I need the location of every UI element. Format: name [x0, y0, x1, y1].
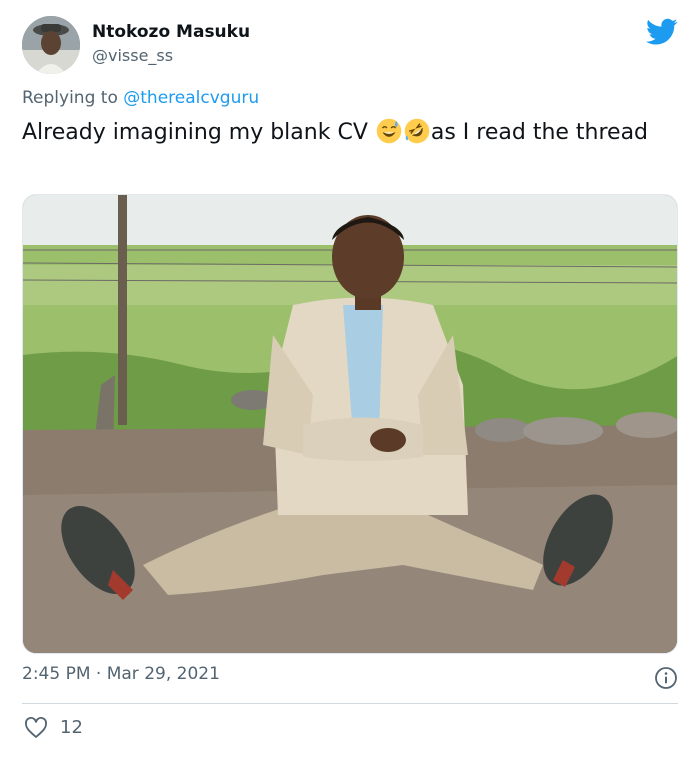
replying-to: Replying to @therealcvguru: [22, 88, 259, 108]
twitter-bird-icon[interactable]: [646, 18, 678, 46]
author-name[interactable]: Ntokozo Masuku: [92, 22, 250, 42]
tweet-card: Ntokozo Masuku @visse_ss Replying to @th…: [0, 0, 700, 757]
timestamp-separator: ·: [90, 664, 107, 684]
tweet-time: 2:45 PM: [22, 664, 91, 684]
divider: [22, 703, 678, 704]
info-icon[interactable]: [654, 666, 678, 690]
grinning-face-with-sweat-icon: [376, 118, 402, 144]
author-handle[interactable]: @visse_ss: [92, 46, 173, 65]
like-count: 12: [60, 717, 83, 738]
tweet-timestamp[interactable]: 2:45 PM · Mar 29, 2021: [22, 664, 220, 684]
heart-icon[interactable]: [24, 716, 48, 740]
tweet-date: Mar 29, 2021: [106, 664, 220, 684]
replying-to-label: Replying to: [22, 88, 124, 108]
rolling-on-floor-laughing-icon: [404, 118, 430, 144]
tweet-photo[interactable]: [22, 194, 678, 654]
photo-illustration: [23, 195, 677, 653]
reply-mention-link[interactable]: @therealcvguru: [123, 88, 259, 108]
tweet-text-part-1: Already imagining my blank CV: [22, 120, 375, 145]
tweet-text-part-2: as I read the thread: [430, 120, 649, 145]
tweet-text: Already imagining my blank CV as I read …: [22, 118, 662, 148]
profile-photo: [22, 16, 80, 74]
avatar[interactable]: [22, 16, 80, 74]
